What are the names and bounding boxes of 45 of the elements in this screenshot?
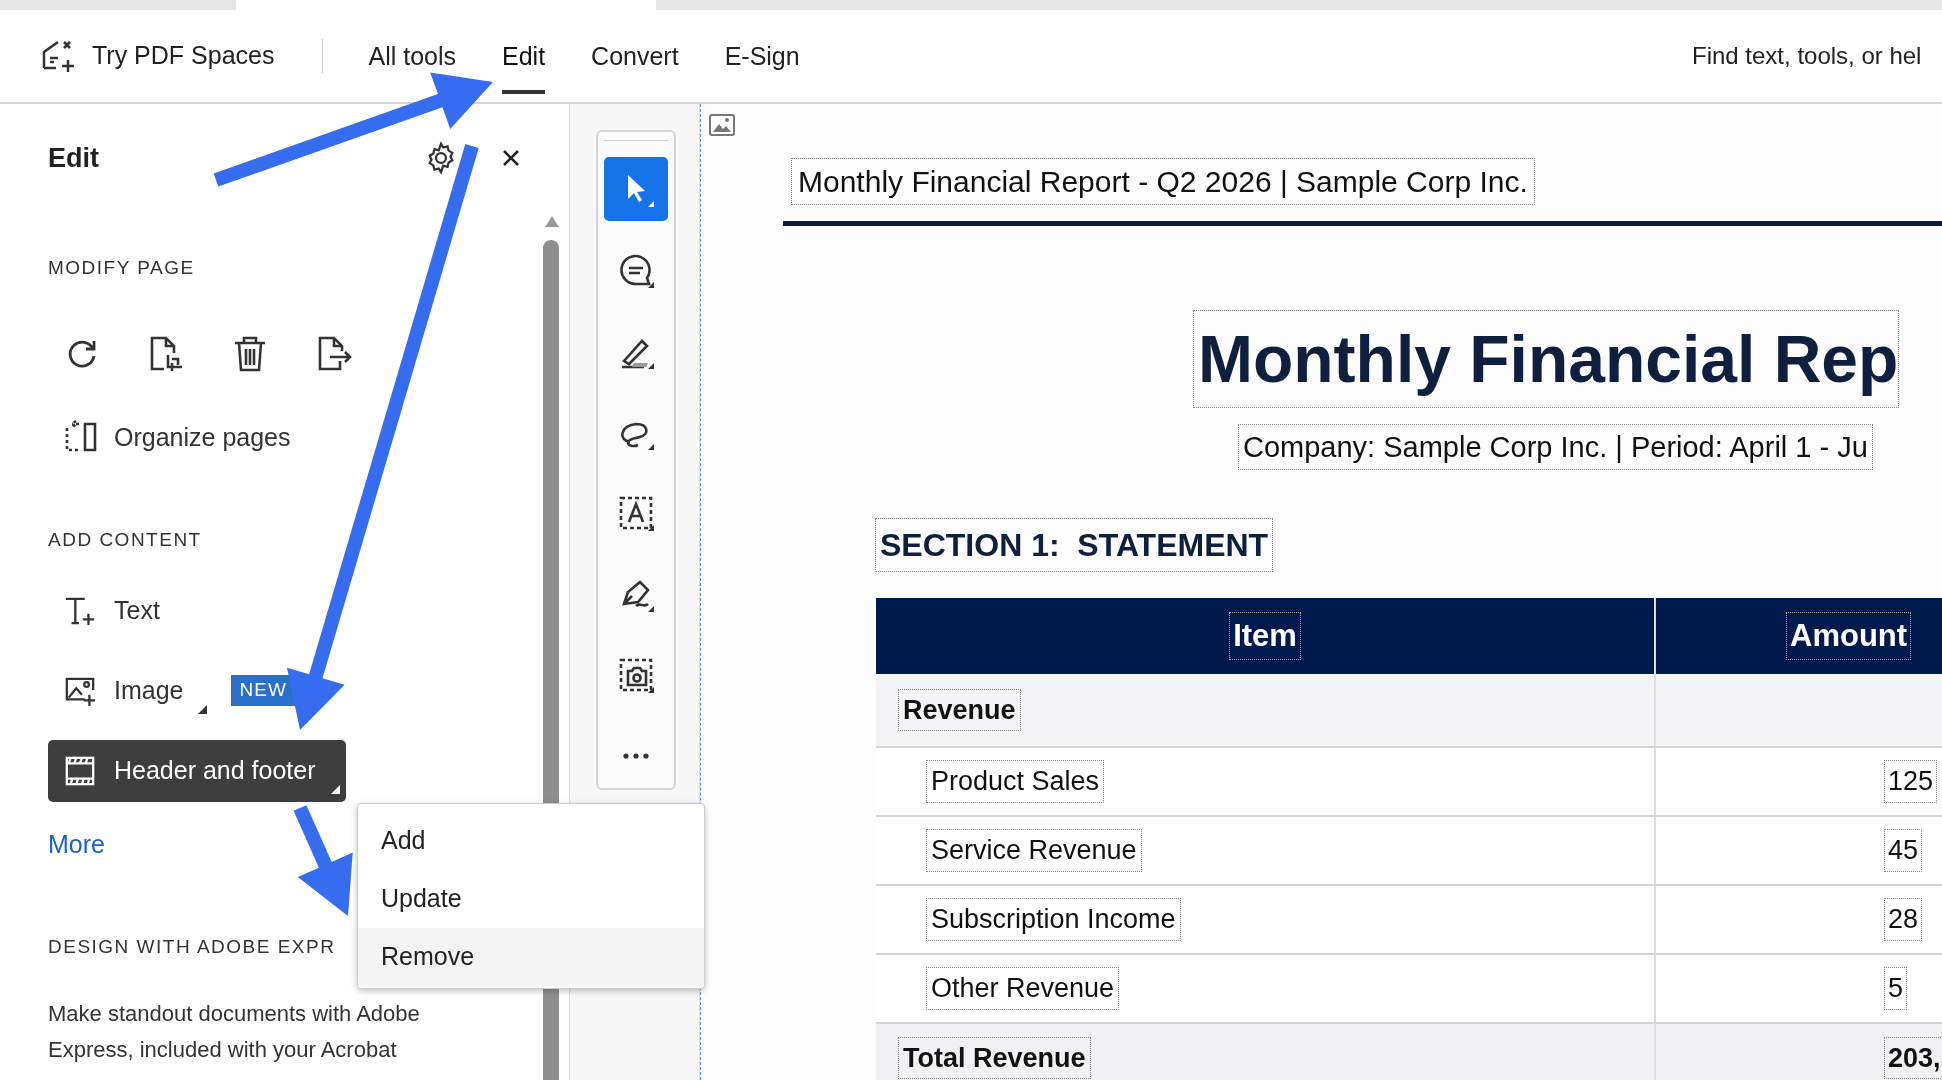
- nav-tab[interactable]: Convert: [591, 43, 679, 69]
- table-cell[interactable]: 125: [1884, 760, 1938, 803]
- scroll-up-icon[interactable]: [543, 214, 561, 228]
- extract-page-icon[interactable]: [316, 334, 352, 373]
- trash-icon[interactable]: [232, 334, 268, 373]
- header-text[interactable]: Monthly Financial Report - Q2 2026 | Sample Corp Inc.: [791, 158, 1535, 205]
- table-cell[interactable]: Service Revenue: [926, 829, 1142, 872]
- table-cell[interactable]: Other Revenue: [926, 967, 1120, 1010]
- section-title[interactable]: SECTION 1: STATEMENT: [875, 518, 1274, 572]
- tool-button[interactable]: Image: [48, 659, 214, 722]
- section-heading: DESIGN WITH ADOBE EXPR: [48, 935, 336, 959]
- menu-item[interactable]: Update: [358, 870, 704, 928]
- table-cell[interactable]: 45: [1884, 829, 1923, 872]
- brand-link[interactable]: Try PDF Spaces: [92, 37, 275, 75]
- document-title[interactable]: Monthly Financial Rep: [1193, 310, 1900, 408]
- crop-page-icon[interactable]: [148, 334, 184, 373]
- drag-handle[interactable]: [604, 140, 668, 141]
- table-cell[interactable]: Total Revenue: [898, 1036, 1091, 1080]
- column-header[interactable]: Amount: [1786, 611, 1912, 661]
- section-heading: ADD CONTENT: [47, 528, 203, 552]
- tool-button[interactable]: Header and footer: [48, 739, 346, 802]
- menu-item[interactable]: Remove: [358, 928, 704, 986]
- table-cell[interactable]: 28: [1884, 898, 1923, 941]
- pointer-icon[interactable]: [604, 157, 668, 221]
- image-icon[interactable]: [709, 114, 735, 136]
- table-cell[interactable]: Product Sales: [926, 760, 1105, 803]
- nav-tab[interactable]: All tools: [368, 43, 456, 69]
- table-cell[interactable]: 5: [1884, 967, 1908, 1010]
- table-cell[interactable]: Subscription Income: [926, 898, 1181, 941]
- nav-tab[interactable]: Edit: [502, 43, 546, 69]
- section-heading: MODIFY PAGE: [47, 256, 196, 280]
- nav-tab[interactable]: E-Sign: [724, 43, 800, 69]
- close-icon[interactable]: [502, 149, 520, 167]
- tool-button[interactable]: Text: [48, 579, 190, 642]
- column-header[interactable]: Item: [1229, 611, 1301, 661]
- description-text: Make standout documents with Adobe Express, included with your Acrobat: [48, 999, 421, 1064]
- search-field[interactable]: Find text, tools, or hel: [1692, 38, 1922, 74]
- panel-title: Edit: [48, 141, 100, 175]
- menu-item[interactable]: Add: [358, 812, 704, 870]
- more-link[interactable]: More: [48, 825, 105, 863]
- table-cell[interactable]: 203,: [1884, 1036, 1942, 1080]
- document-subtitle[interactable]: Company: Sample Corp Inc. | Period: April 1 - Ju: [1238, 424, 1873, 470]
- film-frame-icon: [64, 754, 96, 787]
- organize-pages-link[interactable]: Organize pages: [114, 418, 291, 456]
- table-cell[interactable]: Revenue: [898, 688, 1021, 732]
